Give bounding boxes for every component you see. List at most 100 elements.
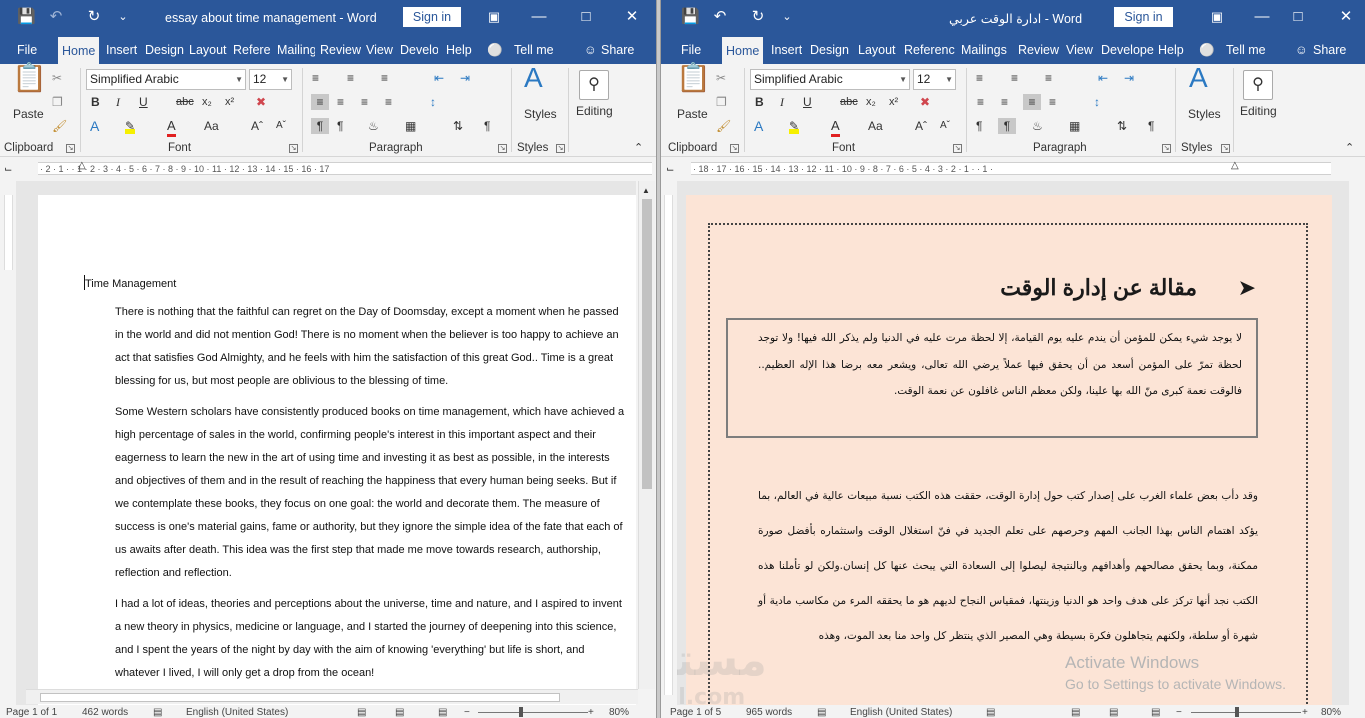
rtl-icon[interactable]: ¶ [337, 118, 343, 134]
scroll-thumb-h[interactable] [40, 693, 560, 702]
tab-design[interactable]: Design [810, 36, 849, 64]
web-layout-icon[interactable]: ▤ [1151, 705, 1160, 718]
show-marks-icon[interactable]: ¶ [1148, 118, 1154, 134]
change-case-icon[interactable]: Aa [868, 118, 883, 134]
proofing-icon[interactable]: ▤ [817, 705, 826, 718]
tab-developer[interactable]: Develope [1101, 36, 1155, 64]
align-center-icon[interactable]: ≡ [337, 94, 344, 110]
subscript-icon[interactable]: x₂ [866, 94, 876, 110]
sign-in-button[interactable]: Sign in [1114, 7, 1173, 27]
clear-formatting-icon[interactable]: ✖ [256, 94, 266, 110]
styles-button[interactable]: Styles [524, 107, 557, 121]
borders-icon[interactable]: ▦ [405, 118, 416, 134]
font-size-box[interactable]: 12 ▼ [249, 69, 292, 90]
customize-qat-icon[interactable]: ⌄ [778, 8, 796, 26]
zoom-slider[interactable] [1191, 712, 1301, 713]
strikethrough-icon[interactable]: abc [176, 94, 194, 110]
zoom-out-icon[interactable]: − [1176, 705, 1182, 718]
zoom-out-icon[interactable]: − [464, 705, 470, 718]
vertical-scrollbar[interactable]: ▲ [638, 181, 655, 689]
editing-button[interactable]: Editing [576, 104, 613, 118]
zoom-level[interactable]: 80% [1321, 705, 1341, 718]
zoom-in-icon[interactable]: + [588, 705, 594, 718]
tab-design[interactable]: Design [145, 36, 184, 64]
clipboard-launcher-icon[interactable]: ↘ [730, 144, 739, 153]
format-painter-icon[interactable]: 🖌 [716, 118, 731, 134]
multilevel-list-icon[interactable]: ≡ [381, 70, 388, 86]
cut-icon[interactable]: ✂ [716, 70, 726, 86]
borders-icon[interactable]: ▦ [1069, 118, 1080, 134]
find-icon[interactable]: ⚲ [1243, 70, 1273, 100]
styles-icon[interactable]: A [524, 64, 543, 92]
tab-insert[interactable]: Insert [771, 36, 802, 64]
word-count[interactable]: 965 words [746, 705, 792, 718]
align-left-icon[interactable]: ≡ [311, 94, 329, 110]
close-button[interactable]: ✕ [621, 6, 643, 28]
collapse-ribbon-icon[interactable]: ⌃ [1345, 140, 1354, 156]
find-icon[interactable]: ⚲ [579, 70, 609, 100]
cut-icon[interactable]: ✂ [52, 70, 62, 86]
show-marks-icon[interactable]: ¶ [484, 118, 490, 134]
font-color-icon[interactable]: A [831, 118, 840, 137]
web-layout-icon[interactable]: ▤ [438, 705, 447, 718]
customize-qat-icon[interactable]: ⌄ [114, 8, 132, 26]
zoom-slider[interactable] [478, 712, 588, 713]
justify-icon[interactable]: ≡ [1049, 94, 1056, 110]
tab-view[interactable]: View [1066, 36, 1093, 64]
minimize-button[interactable]: — [1251, 6, 1273, 28]
tab-help[interactable]: Help [1158, 36, 1184, 64]
decrease-indent-icon[interactable]: ⇤ [1098, 70, 1108, 86]
read-mode-icon[interactable]: ▤ [357, 705, 366, 718]
format-painter-icon[interactable]: 🖌 [52, 118, 67, 134]
paragraph-launcher-icon[interactable]: ↘ [1162, 144, 1171, 153]
tab-selector-icon[interactable]: ⌙ [4, 162, 12, 178]
save-icon[interactable]: 💾 [681, 8, 700, 26]
minimize-button[interactable]: — [528, 6, 550, 28]
strikethrough-icon[interactable]: abc [840, 94, 858, 110]
increase-indent-icon[interactable]: ⇥ [1124, 70, 1134, 86]
undo-icon[interactable]: ↶ [711, 8, 729, 26]
underline-icon[interactable]: U [139, 94, 148, 110]
zoom-level[interactable]: 80% [609, 705, 629, 718]
italic-icon[interactable]: I [116, 94, 120, 110]
tab-insert[interactable]: Insert [106, 36, 137, 64]
tab-file[interactable]: File [681, 36, 701, 64]
tab-view[interactable]: View [366, 36, 393, 64]
indent-marker-icon[interactable]: △ [1231, 158, 1239, 174]
tab-developer[interactable]: Develo [400, 36, 438, 64]
styles-launcher-icon[interactable]: ↘ [556, 144, 565, 153]
tab-mailings[interactable]: Mailing [277, 36, 315, 64]
font-launcher-icon[interactable]: ↘ [289, 144, 298, 153]
grow-font-icon[interactable]: Aˆ [915, 118, 927, 134]
sign-in-button[interactable]: Sign in [403, 7, 461, 27]
paste-icon[interactable]: 📋 [12, 64, 47, 92]
scroll-up-icon[interactable]: ▲ [642, 183, 650, 199]
editing-button[interactable]: Editing [1240, 104, 1277, 118]
tab-review[interactable]: Review [320, 36, 361, 64]
read-mode-icon[interactable]: ▤ [1071, 705, 1080, 718]
highlight-icon[interactable]: ✎ [789, 118, 800, 134]
tab-layout[interactable]: Layout [858, 36, 896, 64]
document-page[interactable]: ➤ مقالة عن إدارة الوقت لا يوجد شيء يمكن … [677, 195, 1332, 705]
rtl-icon[interactable]: ¶ [998, 118, 1016, 134]
numbering-icon[interactable]: ≡ [1011, 70, 1018, 86]
tab-home[interactable]: Home [722, 37, 764, 64]
bold-icon[interactable]: B [755, 94, 764, 110]
clipboard-launcher-icon[interactable]: ↘ [66, 144, 75, 153]
justify-icon[interactable]: ≡ [385, 94, 392, 110]
font-size-box[interactable]: 12 ▼ [913, 69, 956, 90]
align-right-icon[interactable]: ≡ [361, 94, 368, 110]
shrink-font-icon[interactable]: Aˇ [940, 118, 950, 134]
shrink-font-icon[interactable]: Aˇ [276, 118, 286, 134]
horizontal-scrollbar[interactable] [26, 689, 638, 704]
maximize-button[interactable]: □ [1287, 6, 1309, 28]
print-layout-icon[interactable]: ▤ [395, 705, 404, 718]
tab-selector-icon[interactable]: ⌙ [666, 162, 674, 178]
shading-icon[interactable]: ♨ [1032, 118, 1043, 134]
font-color-icon[interactable]: A [167, 118, 176, 137]
highlight-icon[interactable]: ✎ [125, 118, 136, 134]
tell-me-search[interactable]: Tell me [1226, 36, 1266, 64]
font-name-box[interactable]: Simplified Arabic ▼ [750, 69, 910, 90]
tab-file[interactable]: File [17, 36, 37, 64]
print-layout-icon[interactable]: ▤ [1109, 705, 1118, 718]
